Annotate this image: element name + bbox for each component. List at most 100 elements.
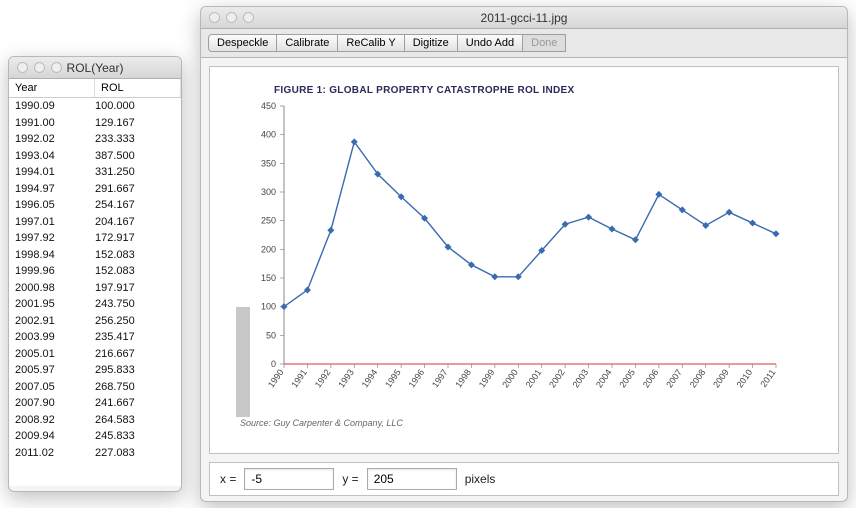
cell-year: 2001.95 [15, 296, 95, 313]
svg-text:1997: 1997 [430, 367, 450, 389]
table-header: Year ROL [9, 79, 181, 98]
close-icon[interactable] [209, 12, 220, 23]
table-row[interactable]: 2002.91256.250 [9, 313, 181, 330]
cell-rol: 256.250 [95, 313, 135, 330]
svg-text:0: 0 [271, 359, 276, 369]
cell-rol: 245.833 [95, 428, 135, 445]
cell-rol: 268.750 [95, 379, 135, 396]
main-window-titlebar[interactable]: 2011-gcci-11.jpg [201, 7, 847, 29]
table-row[interactable]: 2007.90241.667 [9, 395, 181, 412]
table-row[interactable]: 2001.95243.750 [9, 296, 181, 313]
cell-year: 2000.98 [15, 280, 95, 297]
table-row[interactable]: 1994.97291.667 [9, 181, 181, 198]
table-row[interactable]: 1997.01204.167 [9, 214, 181, 231]
table-row[interactable]: 1994.01331.250 [9, 164, 181, 181]
x-input[interactable] [244, 468, 334, 490]
cell-rol: 152.083 [95, 247, 135, 264]
table-row[interactable]: 1993.04387.500 [9, 148, 181, 165]
table-row[interactable]: 2005.01216.667 [9, 346, 181, 363]
cell-rol: 291.667 [95, 181, 135, 198]
cell-rol: 197.917 [95, 280, 135, 297]
table-row[interactable]: 2007.05268.750 [9, 379, 181, 396]
svg-text:400: 400 [261, 130, 276, 140]
table-row[interactable]: 2003.99235.417 [9, 329, 181, 346]
cell-year: 1997.01 [15, 214, 95, 231]
cell-year: 2008.92 [15, 412, 95, 429]
table-row[interactable]: 2009.94245.833 [9, 428, 181, 445]
table-row[interactable]: 1991.00129.167 [9, 115, 181, 132]
units-label: pixels [465, 472, 496, 486]
cell-rol: 295.833 [95, 362, 135, 379]
chart-title: FIGURE 1: GLOBAL PROPERTY CATASTROPHE RO… [274, 85, 814, 96]
zoom-icon[interactable] [243, 12, 254, 23]
digitize-button[interactable]: Digitize [404, 34, 458, 52]
main-window-title: 2011-gcci-11.jpg [209, 11, 839, 25]
cell-rol: 243.750 [95, 296, 135, 313]
svg-text:1999: 1999 [477, 367, 497, 389]
cell-rol: 331.250 [95, 164, 135, 181]
table-row[interactable]: 2000.98197.917 [9, 280, 181, 297]
status-bar: x = y = pixels [209, 462, 839, 496]
svg-text:450: 450 [261, 102, 276, 111]
data-window: ROL(Year) Year ROL 1990.09100.0001991.00… [8, 56, 182, 492]
svg-text:2008: 2008 [688, 367, 708, 389]
calibrate-button[interactable]: Calibrate [276, 34, 338, 52]
chart-source: Source: Guy Carpenter & Company, LLC [240, 418, 814, 428]
cell-year: 2009.94 [15, 428, 95, 445]
cell-year: 1990.09 [15, 98, 95, 115]
cell-year: 2005.97 [15, 362, 95, 379]
cell-year: 2002.91 [15, 313, 95, 330]
table-row[interactable]: 2008.92264.583 [9, 412, 181, 429]
svg-text:2001: 2001 [524, 367, 544, 389]
table-row[interactable]: 1998.94152.083 [9, 247, 181, 264]
cell-year: 2011.02 [15, 445, 95, 462]
column-header-rol[interactable]: ROL [95, 79, 181, 97]
cell-year: 1993.04 [15, 148, 95, 165]
svg-text:200: 200 [261, 244, 276, 254]
cell-year: 1994.97 [15, 181, 95, 198]
svg-text:2009: 2009 [711, 367, 731, 389]
cell-rol: 241.667 [95, 395, 135, 412]
traffic-lights [209, 12, 254, 23]
cell-rol: 129.167 [95, 115, 135, 132]
svg-text:1996: 1996 [407, 367, 427, 389]
cell-rol: 233.333 [95, 131, 135, 148]
main-window: 2011-gcci-11.jpg Despeckle Calibrate ReC… [200, 6, 848, 502]
cell-year: 2005.01 [15, 346, 95, 363]
undo-add-button[interactable]: Undo Add [457, 34, 523, 52]
table-row[interactable]: 2005.97295.833 [9, 362, 181, 379]
column-header-year[interactable]: Year [9, 79, 95, 97]
table-row[interactable]: 1997.92172.917 [9, 230, 181, 247]
table-row[interactable]: 1996.05254.167 [9, 197, 181, 214]
y-input[interactable] [367, 468, 457, 490]
recalib-y-button[interactable]: ReCalib Y [337, 34, 404, 52]
cell-rol: 216.667 [95, 346, 135, 363]
zoom-icon[interactable] [51, 62, 62, 73]
toolbar: Despeckle Calibrate ReCalib Y Digitize U… [201, 29, 847, 58]
svg-text:2010: 2010 [735, 367, 755, 389]
svg-text:350: 350 [261, 158, 276, 168]
minimize-icon[interactable] [226, 12, 237, 23]
cell-year: 2003.99 [15, 329, 95, 346]
close-icon[interactable] [17, 62, 28, 73]
despeckle-button[interactable]: Despeckle [208, 34, 277, 52]
cell-rol: 235.417 [95, 329, 135, 346]
cell-year: 1992.02 [15, 131, 95, 148]
cell-year: 1999.96 [15, 263, 95, 280]
cell-year: 1997.92 [15, 230, 95, 247]
cell-year: 2007.90 [15, 395, 95, 412]
table-row[interactable]: 2011.02227.083 [9, 445, 181, 462]
data-window-titlebar[interactable]: ROL(Year) [9, 57, 181, 79]
cell-rol: 204.167 [95, 214, 135, 231]
cell-rol: 172.917 [95, 230, 135, 247]
svg-text:2003: 2003 [571, 367, 591, 389]
minimize-icon[interactable] [34, 62, 45, 73]
chart-pane[interactable]: FIGURE 1: GLOBAL PROPERTY CATASTROPHE RO… [209, 66, 839, 454]
table-row[interactable]: 1999.96152.083 [9, 263, 181, 280]
table-row[interactable]: 1992.02233.333 [9, 131, 181, 148]
cell-rol: 254.167 [95, 197, 135, 214]
svg-text:1994: 1994 [360, 367, 380, 389]
table-row[interactable]: 1990.09100.000 [9, 98, 181, 115]
svg-text:100: 100 [261, 302, 276, 312]
done-button[interactable]: Done [522, 34, 566, 52]
